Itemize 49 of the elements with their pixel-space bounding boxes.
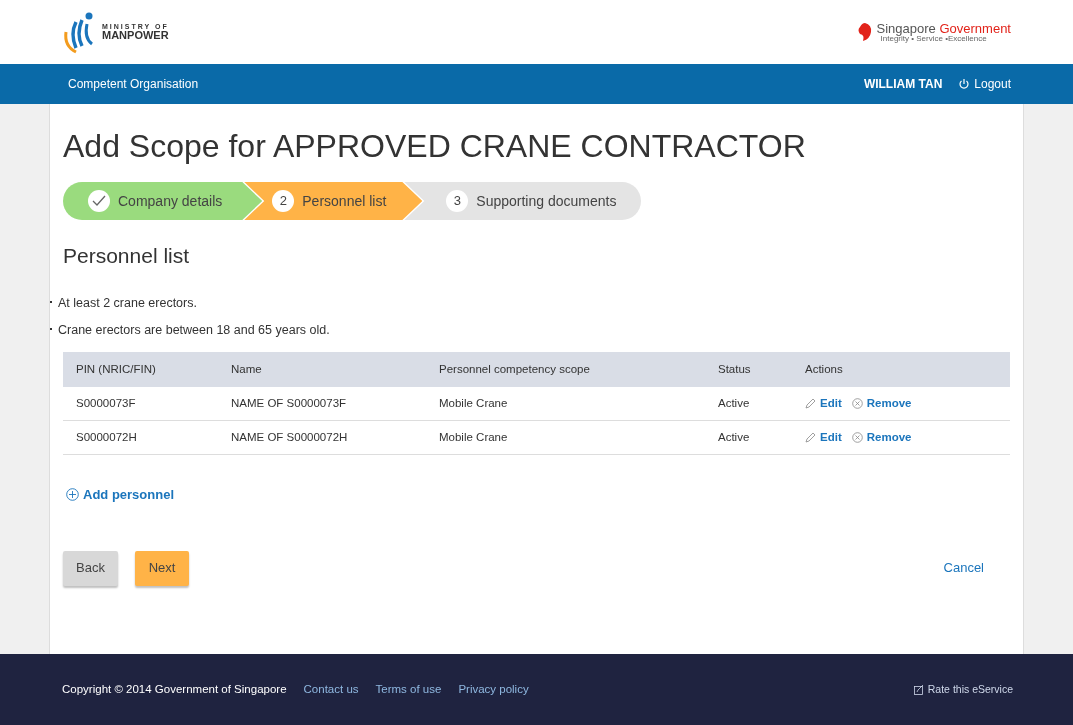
back-button[interactable]: Back xyxy=(63,550,118,586)
step-number: 3 xyxy=(453,192,461,211)
remove-circle-icon xyxy=(851,432,863,443)
nav-title: Competent Organisation xyxy=(68,76,199,93)
copyright-text: Copyright © 2014 Government of Singapore xyxy=(62,681,287,697)
footer-link[interactable]: Privacy policy xyxy=(458,680,529,699)
step-label: Company details xyxy=(118,191,223,211)
step-label: Personnel list xyxy=(302,191,387,211)
rate-link[interactable]: Rate this eService xyxy=(913,681,1013,698)
add-personnel-link[interactable]: Add personnel xyxy=(66,485,174,505)
cancel-link[interactable]: Cancel xyxy=(943,558,984,578)
table-cell-text: S0000073F xyxy=(76,395,137,411)
table-cell-text: Active xyxy=(718,395,751,411)
table-cell-text: NAME OF S0000072H xyxy=(231,429,349,445)
check-icon xyxy=(92,195,106,207)
table-cell-text: Active xyxy=(718,429,751,445)
add-circle-icon xyxy=(66,488,79,502)
column-header: Actions xyxy=(805,361,844,377)
column-header: PIN (NRIC/FIN) xyxy=(76,361,157,377)
table-cell-text: S0000072H xyxy=(76,429,138,445)
lion-head-icon xyxy=(856,22,873,42)
table-cell-text: Mobile Crane xyxy=(439,395,509,411)
logout-link[interactable]: Logout xyxy=(958,75,1011,93)
remove-link[interactable]: Remove xyxy=(851,394,912,413)
edit-link[interactable]: Edit xyxy=(805,394,842,413)
section-title: Personnel list xyxy=(63,243,191,269)
next-button[interactable]: Next xyxy=(135,550,189,586)
page-title: Add Scope for APPROVED CRANE CONTRACTOR xyxy=(63,130,807,162)
footer-link[interactable]: Contact us xyxy=(303,680,359,699)
requirement-text: Crane erectors are between 18 and 65 years old. xyxy=(58,322,330,340)
footer-link[interactable]: Terms of use xyxy=(375,680,442,699)
column-header: Status xyxy=(718,361,752,377)
table-cell-text: NAME OF S0000073F xyxy=(231,395,348,411)
column-header: Name xyxy=(231,361,263,377)
edit-box-icon xyxy=(913,684,924,695)
remove-link[interactable]: Remove xyxy=(851,428,912,447)
edit-link[interactable]: Edit xyxy=(805,428,842,447)
table-cell-text: Mobile Crane xyxy=(439,429,509,445)
user-name: WILLIAM TAN xyxy=(863,76,943,93)
logo-text: MANPOWER xyxy=(102,30,169,41)
pencil-icon xyxy=(805,432,816,443)
power-icon xyxy=(958,78,971,90)
step-label: Supporting documents xyxy=(476,191,617,211)
requirement-text: At least 2 crane erectors. xyxy=(58,294,197,312)
column-header: Personnel competency scope xyxy=(439,361,591,377)
pencil-icon xyxy=(805,398,816,409)
logo-name: Singapore Government xyxy=(876,21,1011,35)
step-number: 2 xyxy=(279,192,287,211)
remove-circle-icon xyxy=(851,398,863,409)
